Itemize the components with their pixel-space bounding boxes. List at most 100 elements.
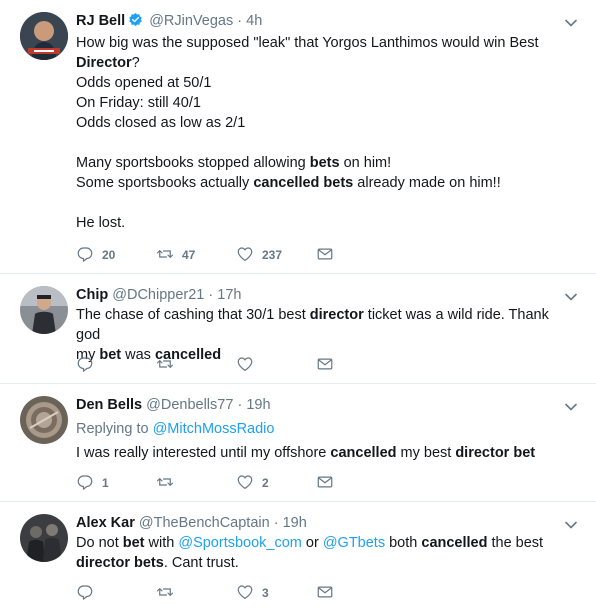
tweet-actions: 3 (76, 583, 396, 603)
tweet-text-segment: How big was the supposed "leak" that Yor… (76, 35, 539, 51)
tweet-text-line: On Friday: still 40/1 (76, 93, 576, 113)
like-button[interactable]: 3 (236, 583, 316, 604)
user-handle[interactable]: @DChipper21 (112, 287, 204, 303)
direct-message-icon (316, 473, 342, 494)
tweet-text-line: How big was the supposed "leak" that Yor… (76, 33, 576, 53)
display-name[interactable]: Den Bells (76, 397, 142, 413)
like-button[interactable] (236, 355, 316, 376)
tweet-text-segment: director bets (76, 555, 164, 571)
tweet-text-segment: cancelled (421, 535, 488, 551)
like-count: 3 (262, 586, 269, 600)
user-handle[interactable]: @TheBenchCaptain (139, 515, 270, 531)
tweet-header: Alex Kar @TheBenchCaptain · 19h (76, 513, 576, 533)
direct-message-icon (316, 355, 342, 376)
tweet-text-line (76, 193, 576, 213)
timestamp[interactable]: 17h (217, 287, 241, 303)
reply-icon (76, 473, 102, 494)
direct-message-button[interactable] (316, 473, 396, 494)
direct-message-button[interactable] (316, 583, 396, 604)
direct-message-button[interactable] (316, 245, 396, 266)
retweet-icon (156, 245, 182, 266)
tweet-text-segment: . Cant trust. (163, 555, 239, 571)
retweet-count: 47 (182, 248, 196, 262)
like-button[interactable]: 237 (236, 245, 316, 266)
direct-message-icon (316, 583, 342, 604)
tweet-text-segment: both (385, 535, 422, 551)
retweet-button[interactable] (156, 355, 236, 376)
tweet-text-line: Many sportsbooks stopped allowing bets o… (76, 153, 576, 173)
tweet-text-segment: Do not (76, 535, 123, 551)
retweet-icon (156, 473, 182, 494)
tweet-text-line: I was really interested until my offshor… (76, 443, 576, 463)
verified-badge-icon (128, 12, 143, 33)
tweet[interactable]: Chip @DChipper21 · 17h The chase of cash… (0, 274, 596, 384)
reply-button[interactable]: 1 (76, 473, 156, 494)
retweet-icon (156, 583, 182, 604)
like-button[interactable]: 2 (236, 473, 316, 494)
like-icon (236, 355, 262, 376)
tweet-text-line: Odds opened at 50/1 (76, 73, 576, 93)
tweet-actions (76, 355, 396, 375)
tweet-header: Chip @DChipper21 · 17h (76, 285, 576, 305)
mention-link[interactable]: @Sportsbook_com (178, 535, 302, 551)
tweet-text-segment: I was really interested until my offshor… (76, 445, 331, 461)
display-name[interactable]: RJ Bell (76, 13, 125, 29)
mention-link[interactable]: @GTbets (323, 535, 385, 551)
reply-button[interactable]: 20 (76, 245, 156, 266)
tweet-text-segment: cancelled (330, 445, 397, 461)
tweet[interactable]: Den Bells @Denbells77 · 19h Replying to … (0, 384, 596, 502)
tweet-text-segment: on him! (339, 155, 392, 171)
avatar[interactable] (20, 12, 68, 60)
like-count: 2 (262, 476, 269, 490)
reply-icon (76, 245, 102, 266)
like-icon (236, 245, 262, 266)
tweet-text-segment: The chase of cashing that 30/1 best (76, 307, 310, 323)
replying-to-link[interactable]: @MitchMossRadio (153, 421, 275, 437)
reply-count: 1 (102, 476, 109, 490)
direct-message-icon (316, 245, 342, 266)
retweet-button[interactable]: 47 (156, 245, 236, 266)
tweet-text-segment: Many sportsbooks stopped allowing (76, 155, 310, 171)
tweet-text-segment: or (301, 535, 323, 551)
tweet-text-segment: ? (131, 55, 140, 71)
reply-button[interactable] (76, 355, 156, 376)
tweet[interactable]: Alex Kar @TheBenchCaptain · 19h Do not b… (0, 502, 596, 615)
tweet-text-line: Odds closed as low as 2/1 (76, 113, 576, 133)
tweet-actions: 20 47 237 (76, 245, 396, 265)
separator-dot: · (237, 13, 243, 29)
timestamp[interactable]: 19h (283, 515, 307, 531)
tweet-text-segment: On Friday: still 40/1 (76, 95, 201, 111)
reply-button[interactable] (76, 583, 156, 604)
replying-to: Replying to @MitchMossRadio (76, 419, 576, 439)
tweet-text-segment: Odds opened at 50/1 (76, 75, 212, 91)
tweet-header: RJ Bell @RJinVegas · 4h (76, 11, 576, 33)
tweet-header: Den Bells @Denbells77 · 19h (76, 395, 576, 415)
user-handle[interactable]: @Denbells77 (146, 397, 233, 413)
retweet-button[interactable] (156, 473, 236, 494)
tweet-text-segment: the best (487, 535, 544, 551)
display-name[interactable]: Chip (76, 287, 108, 303)
tweet-text-segment: director (309, 307, 364, 323)
tweet-text-segment: Odds closed as low as 2/1 (76, 115, 246, 131)
reply-icon (76, 355, 102, 376)
tweet-text-segment: my best (396, 445, 456, 461)
timestamp[interactable]: 19h (246, 397, 270, 413)
tweet[interactable]: RJ Bell @RJinVegas · 4h How big was the … (0, 0, 596, 274)
like-icon (236, 583, 262, 604)
retweet-button[interactable] (156, 583, 236, 604)
avatar[interactable] (20, 286, 68, 334)
tweet-text-segment: bets (309, 155, 340, 171)
user-handle[interactable]: @RJinVegas (149, 13, 233, 29)
separator-dot: · (208, 287, 214, 303)
tweet-text-line: director bets. Cant trust. (76, 553, 576, 573)
tweet-feed: RJ Bell @RJinVegas · 4h How big was the … (0, 0, 596, 615)
avatar[interactable] (20, 514, 68, 562)
avatar[interactable] (20, 396, 68, 444)
direct-message-button[interactable] (316, 355, 396, 376)
display-name[interactable]: Alex Kar (76, 515, 135, 531)
separator-dot: · (273, 515, 279, 531)
timestamp[interactable]: 4h (246, 13, 262, 29)
tweet-text-segment: cancelled bets (253, 175, 354, 191)
tweet-text-segment: already made on him!! (353, 175, 501, 191)
tweet-text-segment: He lost. (76, 215, 126, 231)
